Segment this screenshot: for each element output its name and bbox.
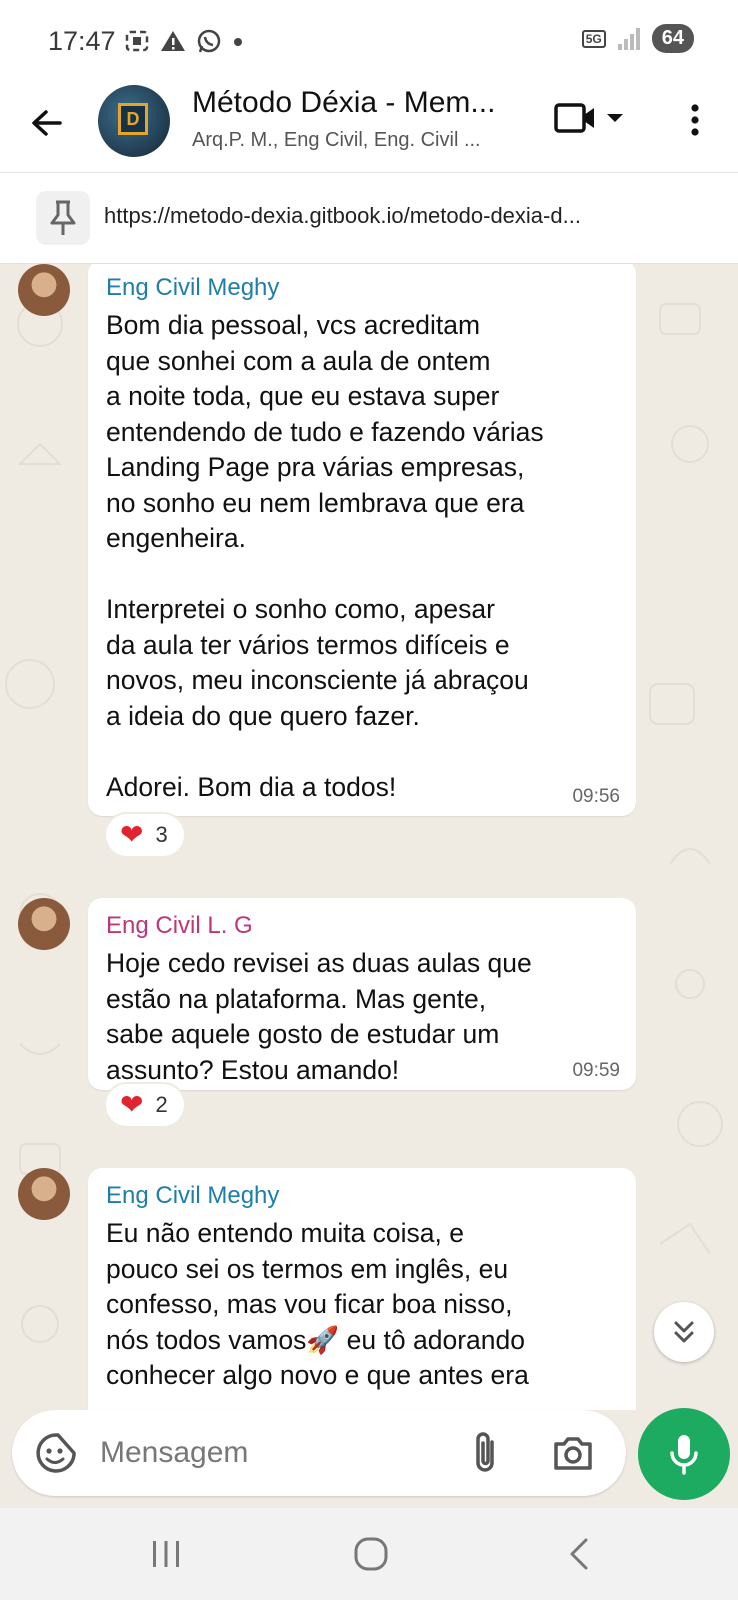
sender-avatar[interactable] [18,264,70,316]
chat-header: D Método Déxia - Mem... Arq.P. M., Eng C… [0,80,738,172]
message-sender[interactable]: Eng Civil Meghy [106,1182,618,1210]
message-bubble[interactable]: Eng Civil Meghy Eu não entendo muita coi… [88,1168,636,1410]
reaction-count: 2 [155,1092,168,1117]
sticker-icon[interactable] [34,1431,78,1475]
status-time: 17:47 [48,26,116,56]
attach-icon[interactable] [468,1430,502,1476]
group-avatar[interactable]: D [98,85,170,157]
sender-avatar[interactable] [18,898,70,950]
message-time: 09:59 [572,1060,620,1081]
more-vert-icon[interactable] [680,100,710,140]
message-text: Bom dia pessoal, vcs acreditam que sonhe… [106,310,544,802]
message-time: 09:56 [572,786,620,807]
message-composer[interactable]: Mensagem [12,1410,626,1496]
message-bubble[interactable]: Eng Civil Meghy Bom dia pessoal, vcs acr… [88,264,636,816]
message-text: Eu não entendo muita coisa, e pouco sei … [106,1218,529,1390]
voice-record-button[interactable] [638,1408,730,1500]
status-bar: 17:47 5G 64 [0,0,738,80]
microphone-icon [670,1435,698,1475]
system-navigation-bar [0,1508,738,1600]
pin-icon-box [36,191,90,245]
message-reaction[interactable]: ❤ 2 [104,1082,186,1128]
double-chevron-down-icon [674,1321,694,1343]
heart-icon: ❤ [120,1089,144,1120]
message-text: Hoje cedo revisei as duas aulas que estã… [106,948,532,1085]
home-icon [354,1537,388,1571]
signal-icon [617,27,640,50]
video-call-icon [554,103,594,133]
reaction-count: 3 [155,822,168,847]
status-notification-icons [124,28,244,54]
sender-avatar[interactable] [18,1168,70,1220]
status-system-icons: 5G 64 [581,24,694,53]
home-button[interactable] [346,1532,396,1576]
chat-title[interactable]: Método Déxia - Mem... [192,86,495,120]
dropdown-caret-icon [607,114,623,122]
message-sender[interactable]: Eng Civil Meghy [106,274,618,302]
message-reaction[interactable]: ❤ 3 [104,812,186,858]
network-type: 5G [581,29,606,48]
heart-icon: ❤ [120,819,144,850]
pin-icon [50,200,76,235]
video-call-button[interactable] [554,102,624,134]
whatsapp-icon [197,29,221,53]
screenshot-icon [125,30,149,52]
recent-apps-icon [153,1541,179,1567]
battery-indicator: 64 [651,24,694,53]
warning-icon [161,31,185,51]
back-chevron-icon [570,1538,588,1570]
chat-participants[interactable]: Arq.P. M., Eng Civil, Eng. Civil ... [192,129,481,152]
message-input[interactable]: Mensagem [100,1436,248,1470]
back-arrow-icon[interactable] [26,102,68,144]
chat-area[interactable]: Eng Civil Meghy Bom dia pessoal, vcs acr… [0,264,738,1410]
recent-apps-button[interactable] [141,1532,191,1576]
back-button[interactable] [554,1532,604,1576]
scroll-to-bottom-button[interactable] [654,1302,714,1362]
camera-icon[interactable] [552,1432,594,1474]
message-bubble[interactable]: Eng Civil L. G Hoje cedo revisei as duas… [88,898,636,1090]
pinned-message-text[interactable]: https://metodo-dexia.gitbook.io/metodo-d… [104,203,714,229]
group-avatar-logo: D [118,103,148,135]
dot-icon [234,38,242,46]
message-sender[interactable]: Eng Civil L. G [106,912,618,940]
pinned-message-bar[interactable]: https://metodo-dexia.gitbook.io/metodo-d… [0,172,738,264]
